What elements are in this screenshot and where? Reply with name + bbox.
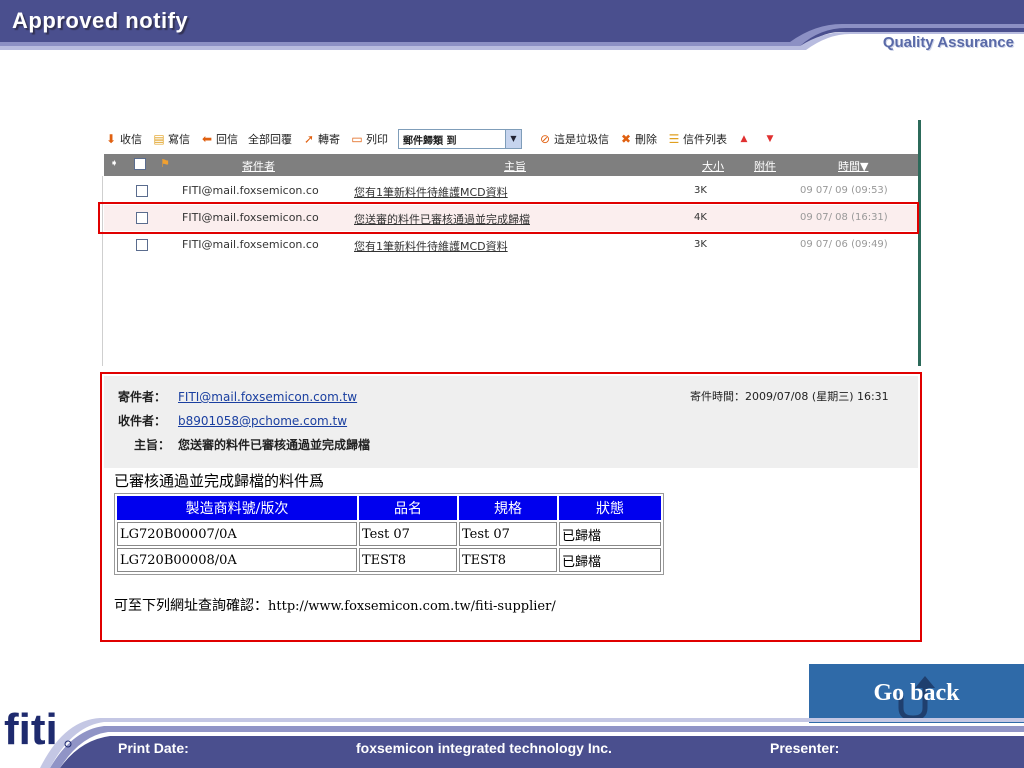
- select-all-checkbox[interactable]: [134, 158, 146, 170]
- message-size: 3K: [694, 239, 707, 250]
- sort-time[interactable]: 時間▼: [838, 158, 868, 174]
- read-marker-icon: ➧: [110, 158, 119, 169]
- message-sender: FITI@mail.foxsemicon.co: [182, 184, 319, 197]
- window-border: [918, 120, 921, 366]
- compose-button[interactable]: ▤ 寫信: [152, 131, 190, 147]
- forward-button[interactable]: ➚ 轉寄: [302, 131, 340, 147]
- print-date: Print Date:: [118, 740, 189, 756]
- sort-size[interactable]: 大小: [702, 158, 724, 174]
- slide-title: Approved notify: [12, 8, 189, 33]
- next-button[interactable]: ▼: [763, 132, 779, 146]
- move-folder-value: 郵件歸類 到: [403, 136, 457, 147]
- sort-sender[interactable]: 寄件者: [242, 158, 275, 174]
- sort-attachment[interactable]: 附件: [754, 158, 776, 174]
- list-icon: ☰: [668, 132, 680, 146]
- compose-icon: ▤: [153, 132, 165, 146]
- delete-button[interactable]: ✖ 刪除: [619, 131, 657, 147]
- print-button[interactable]: ▭ 列印: [350, 131, 388, 147]
- highlight-frame-preview: [100, 372, 922, 642]
- reply-label: 回信: [216, 133, 238, 146]
- reply-all-button[interactable]: 全部回覆: [248, 131, 292, 147]
- company-name: foxsemicon integrated technology Inc.: [356, 740, 612, 756]
- prev-button[interactable]: ▲: [737, 132, 753, 146]
- forward-icon: ➚: [303, 132, 315, 146]
- inbox-label: 收信: [120, 133, 142, 146]
- highlight-frame-row: [98, 202, 919, 234]
- message-subject[interactable]: 您有1筆新料件待維護MCD資料: [354, 238, 508, 254]
- delete-x-icon: ✖: [620, 132, 632, 146]
- footer-band: [40, 718, 1024, 768]
- delete-label: 刪除: [635, 133, 657, 146]
- compose-label: 寫信: [168, 133, 190, 146]
- message-time: 09 07/ 06 (09:49): [800, 239, 888, 250]
- list-button[interactable]: ☰ 信件列表: [667, 131, 727, 147]
- slide-header: Approved notify Quality Assurance: [0, 0, 1024, 60]
- flag-icon: ⚑: [160, 157, 170, 170]
- sort-subject[interactable]: 主旨: [504, 158, 526, 174]
- logo-text: fiti: [4, 705, 58, 752]
- print-icon: ▭: [351, 132, 363, 146]
- message-checkbox[interactable]: [136, 239, 148, 251]
- message-list-header: ➧ ⚑ 寄件者 主旨 大小 附件 時間▼: [104, 154, 918, 176]
- message-row[interactable]: FITI@mail.foxsemicon.co 您有1筆新料件待維護MCD資料 …: [104, 232, 918, 258]
- arrow-up-icon: ▲: [740, 134, 748, 144]
- fiti-logo: fiti: [4, 705, 72, 752]
- slide-footer: Print Date: foxsemicon integrated techno…: [0, 690, 1024, 768]
- list-label: 信件列表: [683, 133, 727, 146]
- message-checkbox[interactable]: [136, 185, 148, 197]
- spam-label: 這是垃圾信: [554, 133, 609, 146]
- presenter: Presenter:: [770, 740, 840, 756]
- mail-toolbar: ⬇ 收信 ▤ 寫信 ⬅ 回信 全部回覆 ➚ 轉寄 ▭ 列印 郵件歸類 到 ▼ ⊘…: [104, 124, 918, 154]
- down-arrow-icon: ⬇: [105, 132, 117, 146]
- reply-all-label: 全部回覆: [248, 133, 292, 146]
- message-subject[interactable]: 您有1筆新料件待維護MCD資料: [354, 184, 508, 200]
- prohibited-icon: ⊘: [539, 132, 551, 146]
- message-row[interactable]: FITI@mail.foxsemicon.co 您有1筆新料件待維護MCD資料 …: [104, 178, 918, 204]
- message-time: 09 07/ 09 (09:53): [800, 185, 888, 196]
- inbox-button[interactable]: ⬇ 收信: [104, 131, 142, 147]
- spam-button[interactable]: ⊘ 這是垃圾信: [538, 131, 609, 147]
- department-label: Quality Assurance: [882, 34, 1014, 51]
- arrow-down-icon: ▼: [766, 134, 774, 144]
- reply-icon: ⬅: [201, 132, 213, 146]
- message-sender: FITI@mail.foxsemicon.co: [182, 238, 319, 251]
- move-folder-select[interactable]: 郵件歸類 到 ▼: [398, 129, 522, 149]
- chevron-down-icon: ▼: [505, 130, 521, 148]
- reply-button[interactable]: ⬅ 回信: [200, 131, 238, 147]
- forward-label: 轉寄: [318, 133, 340, 146]
- print-label: 列印: [366, 133, 388, 146]
- message-size: 3K: [694, 185, 707, 196]
- email-client-screenshot: ⬇ 收信 ▤ 寫信 ⬅ 回信 全部回覆 ➚ 轉寄 ▭ 列印 郵件歸類 到 ▼ ⊘…: [98, 120, 922, 642]
